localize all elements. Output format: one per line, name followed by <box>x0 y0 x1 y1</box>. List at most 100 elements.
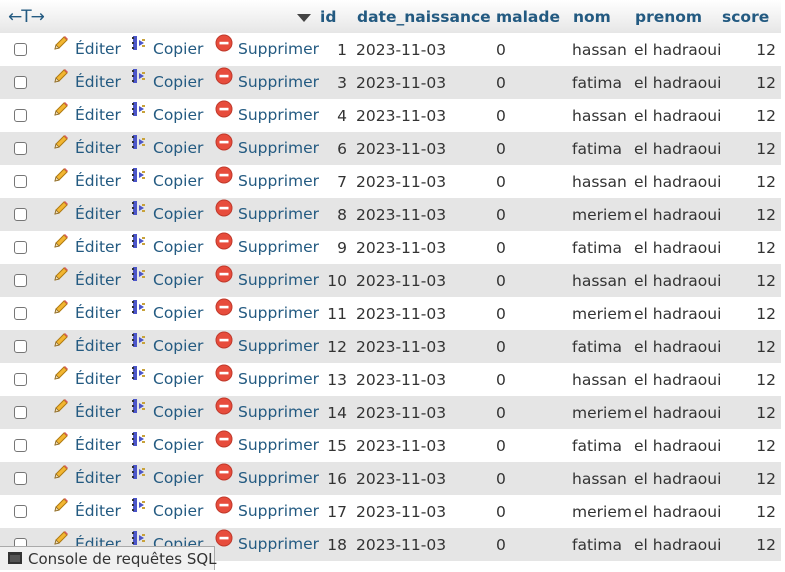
table-row[interactable]: Éditer Copier Supprimer 13 2023-11-03 0 hassan… <box>0 363 781 396</box>
column-header-score[interactable]: score <box>722 0 769 33</box>
delete-link[interactable]: Supprimer <box>215 231 319 264</box>
sql-console-bar[interactable]: Console de requêtes SQL <box>0 546 217 570</box>
row-checkbox[interactable] <box>14 43 27 56</box>
row-checkbox[interactable] <box>14 109 27 122</box>
copy-link[interactable]: Copier <box>130 363 203 396</box>
sort-down-icon[interactable] <box>297 14 311 22</box>
delete-link[interactable]: Supprimer <box>215 198 319 231</box>
table-row[interactable]: Éditer Copier Supprimer 10 2023-11-03 0 hassan… <box>0 264 781 297</box>
table-row[interactable]: Éditer Copier Supprimer 7 2023-11-03 0 hassan e… <box>0 165 781 198</box>
copy-link[interactable]: Copier <box>130 33 203 66</box>
edit-link[interactable]: Éditer <box>52 495 121 528</box>
edit-link[interactable]: Éditer <box>52 33 121 66</box>
delete-icon <box>215 361 233 394</box>
copy-link[interactable]: Copier <box>130 132 203 165</box>
cell-id: 15 <box>327 437 347 455</box>
delete-link[interactable]: Supprimer <box>215 363 319 396</box>
edit-link[interactable]: Éditer <box>52 264 121 297</box>
column-header-id[interactable]: id <box>320 0 336 33</box>
delete-link[interactable]: Supprimer <box>215 297 319 330</box>
row-checkbox[interactable] <box>14 439 27 452</box>
column-resize-control[interactable]: ←T→ <box>8 0 45 33</box>
copy-link[interactable]: Copier <box>130 495 203 528</box>
row-checkbox[interactable] <box>14 406 27 419</box>
copy-link[interactable]: Copier <box>130 396 203 429</box>
copy-link[interactable]: Copier <box>130 231 203 264</box>
delete-icon <box>215 163 233 196</box>
table-row[interactable]: Éditer Copier Supprimer 6 2023-11-03 0 fatima e… <box>0 132 781 165</box>
table-row[interactable]: Éditer Copier Supprimer 9 2023-11-03 0 fatima e… <box>0 231 781 264</box>
copy-link[interactable]: Copier <box>130 330 203 363</box>
edit-link[interactable]: Éditer <box>52 165 121 198</box>
column-header-prenom[interactable]: prenom <box>635 0 702 33</box>
table-row[interactable]: Éditer Copier Supprimer 15 2023-11-03 0 fatima… <box>0 429 781 462</box>
table-row[interactable]: Éditer Copier Supprimer 11 2023-11-03 0 meriem… <box>0 297 781 330</box>
delete-link[interactable]: Supprimer <box>215 132 319 165</box>
delete-link[interactable]: Supprimer <box>215 264 319 297</box>
delete-link[interactable]: Supprimer <box>215 66 319 99</box>
copy-link[interactable]: Copier <box>130 198 203 231</box>
cell-nom: meriem <box>572 503 632 521</box>
edit-link[interactable]: Éditer <box>52 462 121 495</box>
table-row[interactable]: Éditer Copier Supprimer 1 2023-11-03 0 hassan e… <box>0 33 781 66</box>
delete-link[interactable]: Supprimer <box>215 528 319 561</box>
copy-link[interactable]: Copier <box>130 462 203 495</box>
pencil-icon <box>52 130 70 163</box>
table-row[interactable]: Éditer Copier Supprimer 8 2023-11-03 0 meriem e… <box>0 198 781 231</box>
edit-link[interactable]: Éditer <box>52 66 121 99</box>
delete-icon <box>215 262 233 295</box>
delete-icon <box>215 526 233 559</box>
copy-icon <box>130 394 148 427</box>
delete-link[interactable]: Supprimer <box>215 99 319 132</box>
delete-link[interactable]: Supprimer <box>215 462 319 495</box>
edit-link[interactable]: Éditer <box>52 396 121 429</box>
copy-link[interactable]: Copier <box>130 264 203 297</box>
copy-link[interactable]: Copier <box>130 99 203 132</box>
edit-link[interactable]: Éditer <box>52 132 121 165</box>
table-header: ←T→ id date_naissance malade nom prenom … <box>0 0 781 34</box>
table-row[interactable]: Éditer Copier Supprimer 16 2023-11-03 0 hassan… <box>0 462 781 495</box>
row-checkbox[interactable] <box>14 373 27 386</box>
row-checkbox[interactable] <box>14 340 27 353</box>
row-checkbox[interactable] <box>14 274 27 287</box>
copy-link[interactable]: Copier <box>130 66 203 99</box>
copy-link[interactable]: Copier <box>130 165 203 198</box>
delete-link[interactable]: Supprimer <box>215 396 319 429</box>
cell-nom: meriem <box>572 305 632 323</box>
row-checkbox[interactable] <box>14 175 27 188</box>
delete-link[interactable]: Supprimer <box>215 429 319 462</box>
edit-link[interactable]: Éditer <box>52 99 121 132</box>
edit-label: Éditer <box>75 73 121 91</box>
delete-link[interactable]: Supprimer <box>215 330 319 363</box>
edit-link[interactable]: Éditer <box>52 297 121 330</box>
row-checkbox[interactable] <box>14 142 27 155</box>
row-checkbox[interactable] <box>14 307 27 320</box>
table-row[interactable]: Éditer Copier Supprimer 3 2023-11-03 0 fatima e… <box>0 66 781 99</box>
copy-link[interactable]: Copier <box>130 429 203 462</box>
edit-link[interactable]: Éditer <box>52 231 121 264</box>
edit-link[interactable]: Éditer <box>52 429 121 462</box>
delete-link[interactable]: Supprimer <box>215 165 319 198</box>
edit-link[interactable]: Éditer <box>52 198 121 231</box>
row-checkbox[interactable] <box>14 241 27 254</box>
column-header-nom[interactable]: nom <box>573 0 611 33</box>
column-header-date-naissance[interactable]: date_naissance <box>357 0 491 33</box>
copy-link[interactable]: Copier <box>130 297 203 330</box>
table-row[interactable]: Éditer Copier Supprimer 12 2023-11-03 0 fatima… <box>0 330 781 363</box>
row-checkbox[interactable] <box>14 76 27 89</box>
delete-link[interactable]: Supprimer <box>215 495 319 528</box>
delete-icon <box>215 64 233 97</box>
edit-link[interactable]: Éditer <box>52 363 121 396</box>
row-checkbox[interactable] <box>14 472 27 485</box>
table-row[interactable]: Éditer Copier Supprimer 17 2023-11-03 0 meriem… <box>0 495 781 528</box>
table-row[interactable]: Éditer Copier Supprimer 14 2023-11-03 0 meriem… <box>0 396 781 429</box>
column-header-malade[interactable]: malade <box>496 0 560 33</box>
table-row[interactable]: Éditer Copier Supprimer 4 2023-11-03 0 hassan e… <box>0 99 781 132</box>
delete-link[interactable]: Supprimer <box>215 33 319 66</box>
pencil-icon <box>52 394 70 427</box>
cell-prenom: el hadraoui <box>634 470 722 488</box>
cell-score: 12 <box>756 140 776 158</box>
row-checkbox[interactable] <box>14 208 27 221</box>
row-checkbox[interactable] <box>14 505 27 518</box>
edit-link[interactable]: Éditer <box>52 330 121 363</box>
